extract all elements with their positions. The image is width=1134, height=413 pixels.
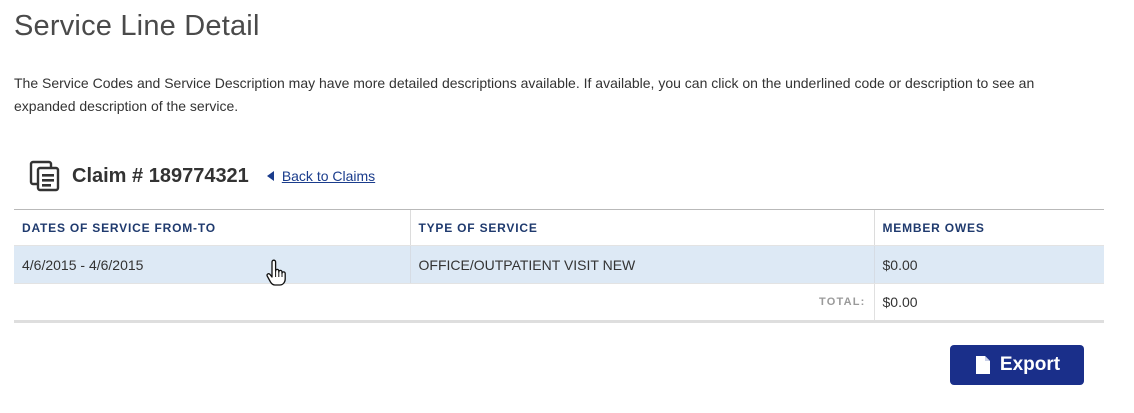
- intro-text: The Service Codes and Service Descriptio…: [14, 75, 1035, 114]
- table-row[interactable]: 4/6/2015 - 4/6/2015 OFFICE/OUTPATIENT VI…: [14, 245, 1104, 284]
- service-line-table: DATES OF SERVICE FROM-TO TYPE OF SERVICE…: [14, 209, 1104, 323]
- claim-number: Claim # 189774321: [72, 164, 249, 187]
- header-member-owes: MEMBER OWES: [873, 209, 1104, 246]
- hand-pointer-cursor-icon: [266, 259, 286, 287]
- header-dates-of-service: DATES OF SERVICE FROM-TO: [14, 209, 410, 246]
- cell-member-owes: $0.00: [873, 245, 1104, 284]
- back-to-claims-link[interactable]: Back to Claims: [266, 168, 376, 184]
- cell-type-of-service: OFFICE/OUTPATIENT VISIT NEW: [409, 245, 874, 284]
- service-line-detail-page: Service Line Detail The Service Codes an…: [0, 0, 1134, 413]
- service-table: DATES OF SERVICE FROM-TO TYPE OF SERVICE…: [14, 209, 1104, 323]
- total-value: $0.00: [873, 283, 1104, 323]
- claim-header: Claim # 189774321 Back to Claims: [28, 158, 375, 194]
- total-label: TOTAL:: [14, 283, 874, 323]
- back-arrow-icon: [266, 171, 274, 181]
- export-button[interactable]: Export: [950, 345, 1084, 385]
- cell-dates: 4/6/2015 - 4/6/2015: [14, 245, 410, 284]
- page-title: Service Line Detail: [14, 10, 260, 42]
- file-icon: [975, 356, 990, 374]
- export-label: Export: [999, 354, 1061, 375]
- table-header-row: DATES OF SERVICE FROM-TO TYPE OF SERVICE…: [14, 209, 1104, 246]
- header-type-of-service: TYPE OF SERVICE: [409, 209, 874, 246]
- back-to-claims-label: Back to Claims: [281, 168, 376, 184]
- total-row: TOTAL: $0.00: [14, 283, 1104, 323]
- documents-icon: [28, 158, 64, 194]
